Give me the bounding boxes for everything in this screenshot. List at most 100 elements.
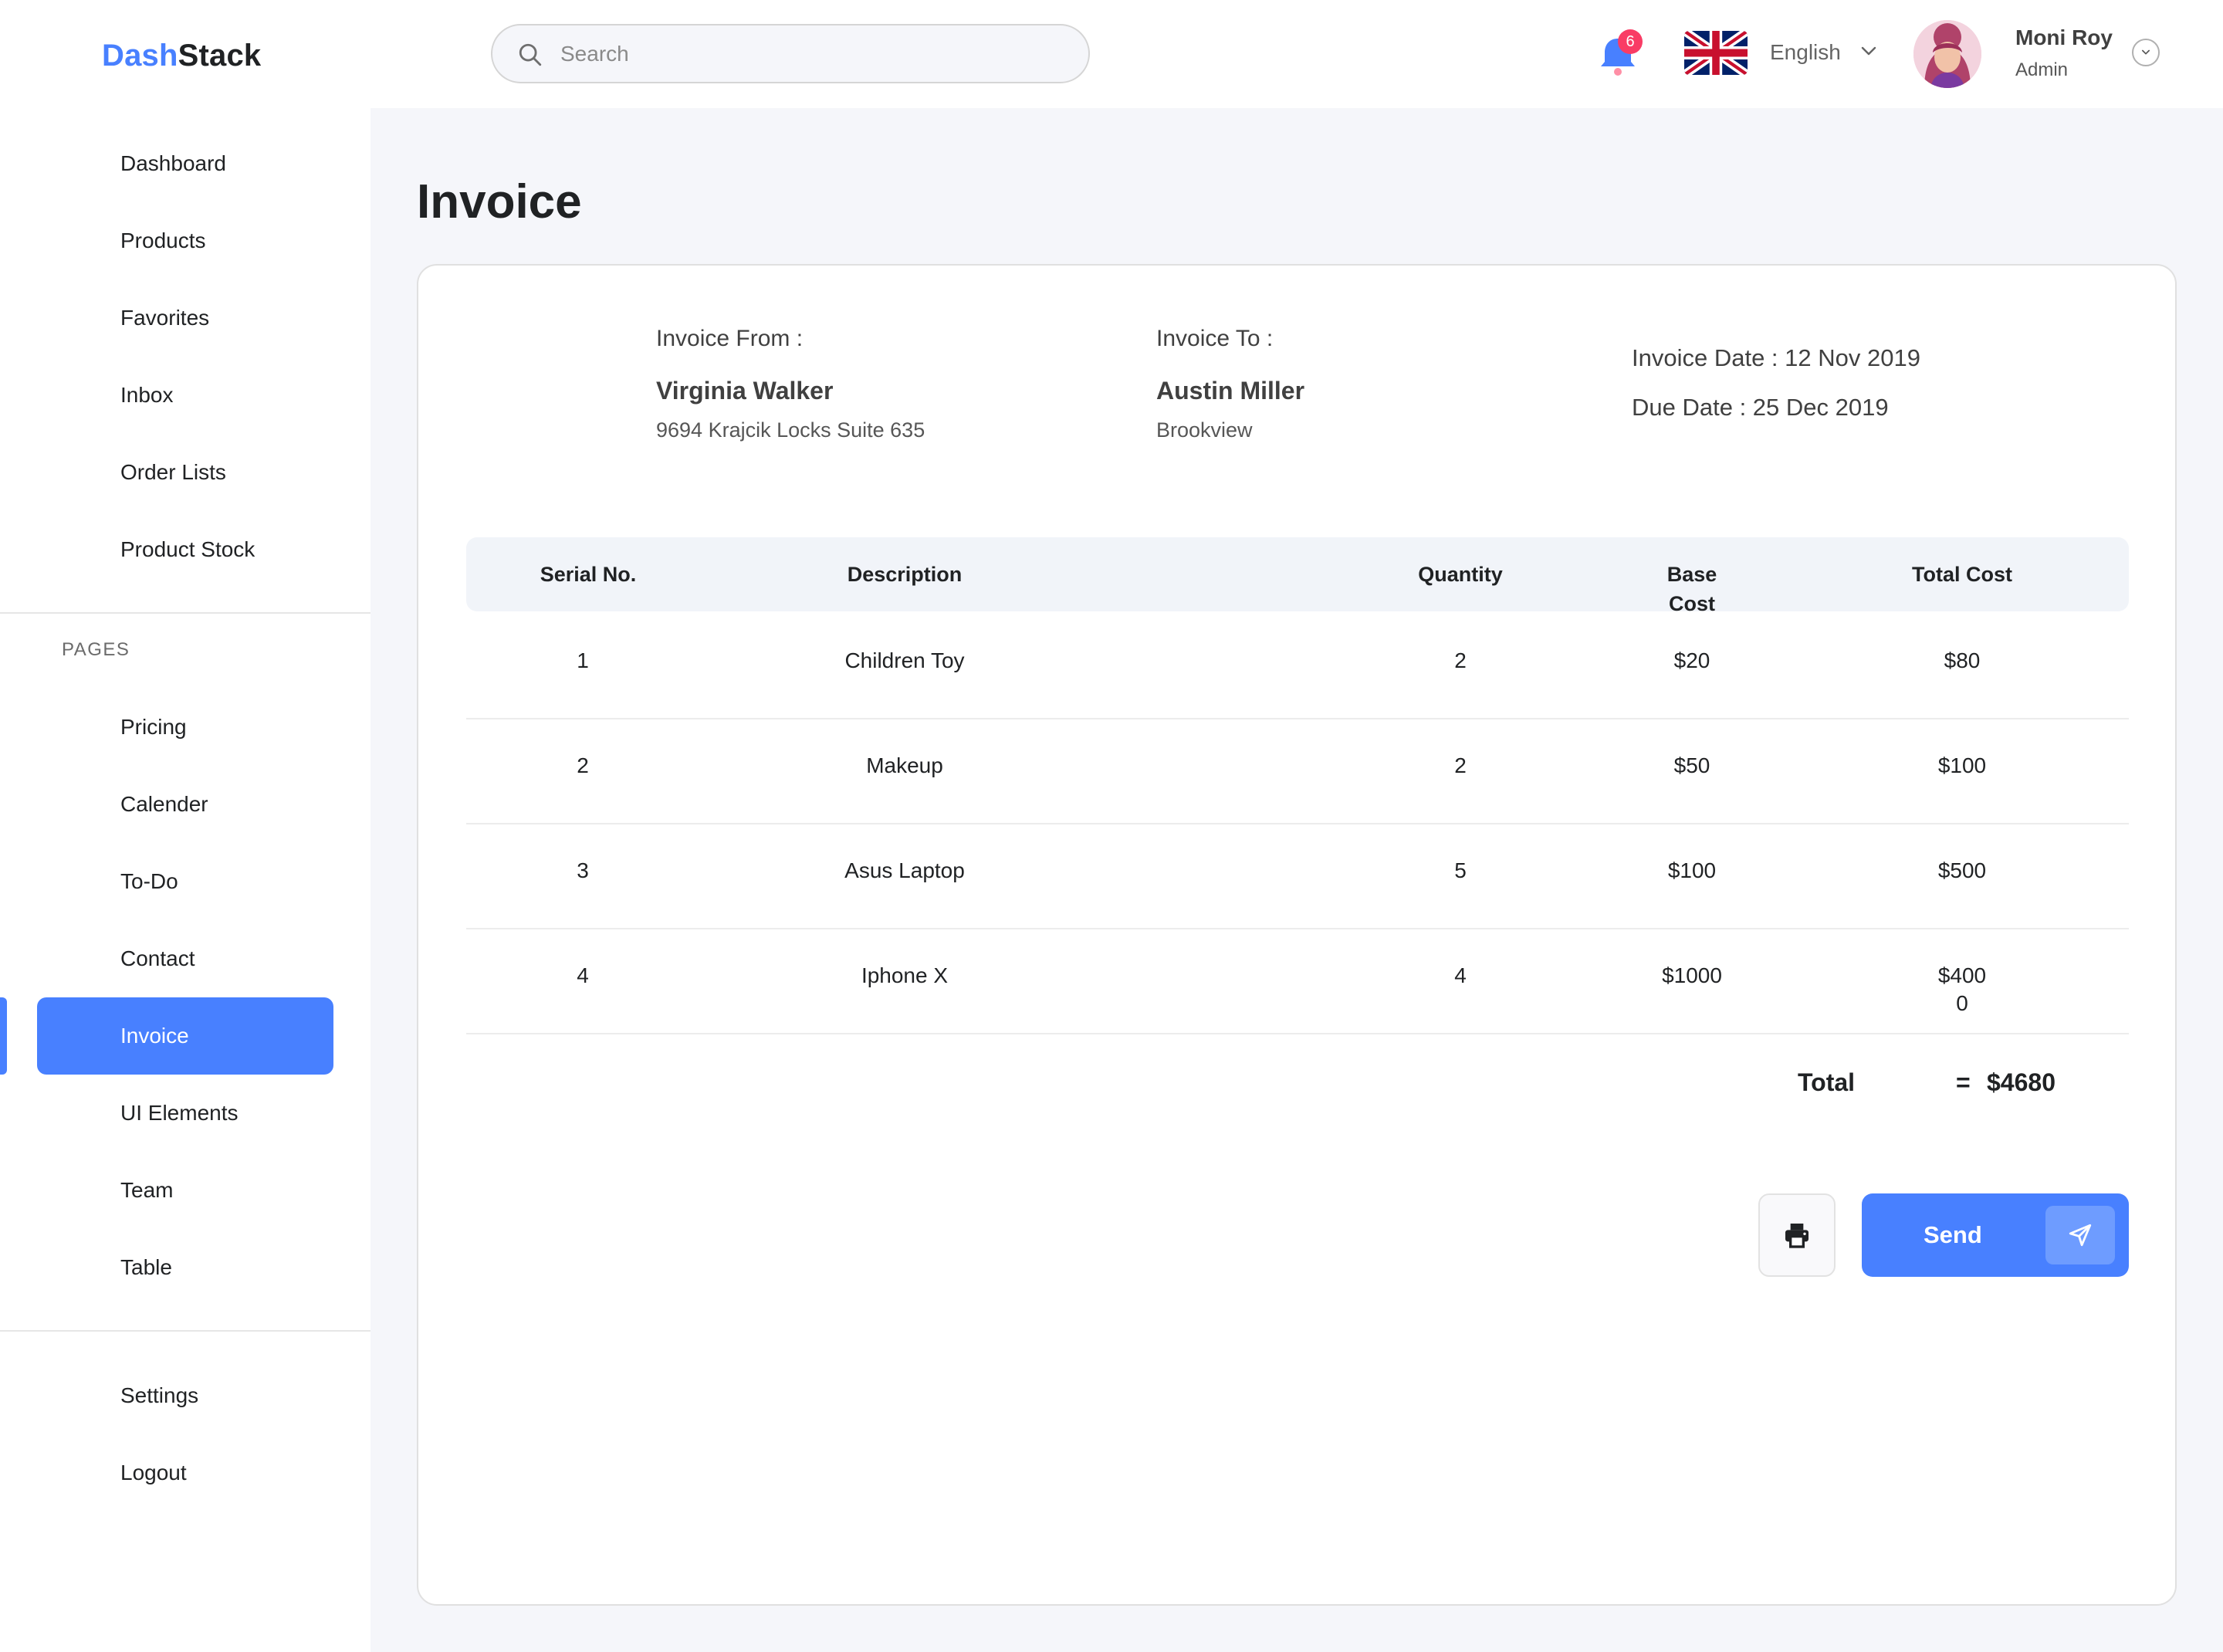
- sidebar-active-indicator: [0, 997, 7, 1075]
- chevron-down-icon: [2142, 49, 2150, 55]
- table-row-divider: [466, 718, 2129, 719]
- table-cell-quantity: 5: [1454, 858, 1467, 882]
- app-root: DashStack Dashboard Products Favorites I…: [0, 0, 2223, 1652]
- search-bar[interactable]: [491, 24, 1090, 83]
- user-avatar-icon: [1913, 20, 1981, 88]
- sidebar-item-invoice[interactable]: Invoice: [37, 997, 333, 1075]
- send-icon-box: [2045, 1206, 2115, 1264]
- sidebar-item-inbox[interactable]: Inbox: [37, 357, 333, 434]
- sidebar-item-label: UI Elements: [120, 1101, 239, 1125]
- due-date: Due Date : 25 Dec 2019: [1632, 394, 1889, 421]
- profile-menu-button[interactable]: [2132, 39, 2160, 66]
- invoice-from-name: Virginia Walker: [656, 377, 834, 405]
- sidebar-item-dashboard[interactable]: Dashboard: [37, 125, 333, 202]
- total-equals: =: [1956, 1068, 1971, 1096]
- invoice-to-address: Brookview: [1156, 418, 1253, 442]
- sidebar-item-ui-elements[interactable]: UI Elements: [37, 1075, 333, 1152]
- sidebar-item-label: Logout: [120, 1461, 187, 1484]
- sidebar-item-favorites[interactable]: Favorites: [37, 279, 333, 357]
- sidebar-item-label: Inbox: [120, 383, 174, 407]
- sidebar-item-label: Dashboard: [120, 151, 226, 175]
- table-cell-total-cost: $500: [1937, 858, 1987, 882]
- sidebar-item-team[interactable]: Team: [37, 1152, 333, 1229]
- sidebar-item-todo[interactable]: To-Do: [37, 843, 333, 920]
- sidebar-item-label: Order Lists: [120, 460, 226, 484]
- table-cell-serial: 4: [577, 963, 589, 987]
- sidebar-item-label: Table: [120, 1255, 172, 1279]
- sidebar-item-label: Contact: [120, 946, 195, 970]
- column-header-description: Description: [847, 563, 963, 586]
- column-header-quantity: Quantity: [1418, 563, 1503, 586]
- sidebar-item-order-lists[interactable]: Order Lists: [37, 434, 333, 511]
- sidebar-item-product-stock[interactable]: Product Stock: [37, 511, 333, 588]
- table-cell-total-cost: $400: [1937, 963, 1987, 987]
- table-cell-quantity: 2: [1454, 648, 1467, 672]
- sidebar-item-label: Pricing: [120, 715, 187, 739]
- table-cell-base-cost: $50: [1673, 753, 1710, 777]
- table-cell-base-cost: $1000: [1662, 963, 1722, 987]
- sidebar: DashStack Dashboard Products Favorites I…: [0, 0, 370, 1652]
- brand-part-2: Stack: [178, 39, 262, 73]
- table-cell-serial: 3: [577, 858, 589, 882]
- sidebar-item-label: Products: [120, 229, 206, 252]
- table-cell-description: Asus Laptop: [844, 858, 965, 882]
- table-cell-total-cost: $100: [1937, 753, 1987, 777]
- notification-badge: 6: [1618, 29, 1643, 54]
- sidebar-item-contact[interactable]: Contact: [37, 920, 333, 997]
- table-row-divider: [466, 1033, 2129, 1034]
- table-cell-description: Makeup: [866, 753, 943, 777]
- table-row-divider: [466, 928, 2129, 929]
- column-header-base-cost: Base: [1666, 563, 1717, 586]
- printer-icon: [1785, 1224, 1809, 1248]
- brand-logo[interactable]: DashStack: [102, 39, 261, 73]
- column-header-base-cost-line-2: Cost: [1669, 592, 1715, 615]
- sidebar-section-title: PAGES: [62, 639, 130, 660]
- invoice-from-address: 9694 Krajcik Locks Suite 635: [656, 418, 925, 442]
- sidebar-item-label: To-Do: [120, 869, 178, 893]
- sidebar-item-label: Product Stock: [120, 537, 255, 561]
- page-title: Invoice: [417, 175, 582, 229]
- user-role: Admin: [2015, 59, 2069, 80]
- search-input[interactable]: [560, 33, 1054, 75]
- table-cell-serial: 2: [577, 753, 589, 777]
- search-icon: [519, 43, 542, 66]
- sidebar-item-products[interactable]: Products: [37, 202, 333, 279]
- main-content: Invoice Invoice From : Virginia Walker 9…: [370, 108, 2223, 1652]
- sidebar-item-label: Favorites: [120, 306, 210, 330]
- sidebar-item-pricing[interactable]: Pricing: [37, 689, 333, 766]
- print-button[interactable]: [1758, 1193, 1836, 1277]
- invoice-to-label: Invoice To :: [1156, 326, 1274, 351]
- total-label: Total: [1798, 1068, 1856, 1096]
- sidebar-divider: [0, 612, 370, 614]
- table-cell-serial: 1: [577, 648, 589, 672]
- sidebar-item-label: Calender: [120, 792, 208, 816]
- sidebar-item-settings[interactable]: Settings: [37, 1357, 333, 1434]
- sidebar-item-label: Settings: [120, 1383, 199, 1407]
- sidebar-divider: [0, 1330, 370, 1332]
- sidebar-item-label: Invoice: [120, 1024, 189, 1048]
- avatar[interactable]: [1913, 20, 1981, 88]
- table-cell-description: Iphone X: [861, 963, 949, 987]
- uk-flag-icon: [1684, 31, 1748, 75]
- table-cell-quantity: 2: [1454, 753, 1467, 777]
- sidebar-item-logout[interactable]: Logout: [37, 1434, 333, 1512]
- invoice-to-name: Austin Miller: [1156, 377, 1305, 405]
- topbar: 6 English Moni Roy Admin: [370, 0, 2223, 108]
- column-header-serial: Serial No.: [540, 563, 637, 586]
- invoice-card: Invoice From : Virginia Walker 9694 Kraj…: [417, 264, 2177, 1606]
- send-button[interactable]: Send: [1862, 1193, 2129, 1277]
- table-cell-base-cost: $20: [1673, 648, 1710, 672]
- chevron-down-icon[interactable]: [1860, 45, 1877, 57]
- sidebar-item-table[interactable]: Table: [37, 1229, 333, 1306]
- user-name: Moni Roy: [2015, 25, 2113, 49]
- brand-part-1: Dash: [102, 39, 178, 73]
- language-selector[interactable]: English: [1770, 40, 1841, 65]
- table-cell-quantity: 4: [1454, 963, 1467, 987]
- invoice-date: Invoice Date : 12 Nov 2019: [1632, 344, 1920, 371]
- sidebar-item-calender[interactable]: Calender: [37, 766, 333, 843]
- total-value: $4680: [1987, 1068, 2056, 1096]
- invoice-from-label: Invoice From :: [656, 326, 804, 351]
- column-header-total-cost: Total Cost: [1912, 563, 2012, 586]
- send-button-label: Send: [1924, 1221, 1982, 1248]
- send-icon: [2069, 1224, 2092, 1247]
